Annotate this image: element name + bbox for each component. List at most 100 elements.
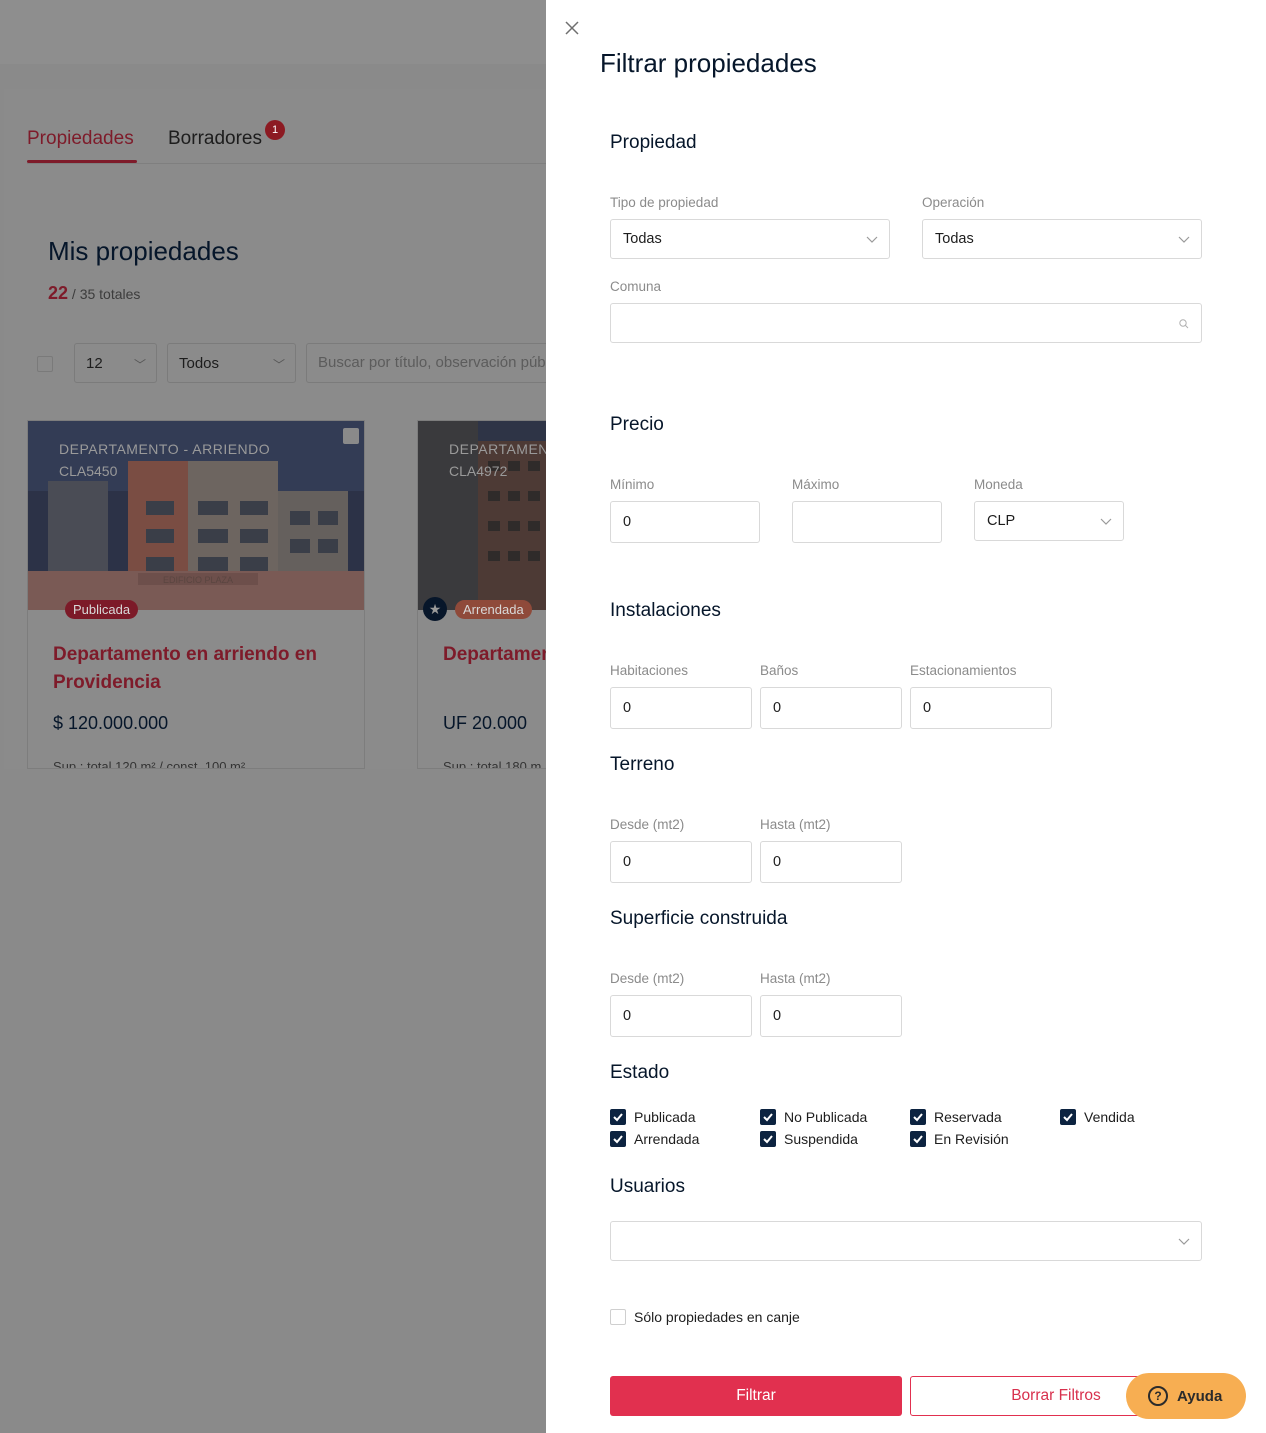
habitaciones-input[interactable]: 0 <box>610 687 752 729</box>
status-select-value: Todos <box>179 355 220 372</box>
superficie-desde-input[interactable]: 0 <box>610 995 752 1037</box>
checkbox-checked-icon <box>910 1131 926 1147</box>
section-title-terreno: Terreno <box>610 754 675 775</box>
estacionamientos-input[interactable]: 0 <box>910 687 1052 729</box>
property-type-label: DEPARTAMENTO - ARRIENDO <box>59 441 271 457</box>
property-count: 22 / 35 totales <box>48 283 140 304</box>
checkbox-checked-icon <box>610 1131 626 1147</box>
precio-minimo-input[interactable]: 0 <box>610 501 760 543</box>
terreno-desde-label: Desde (mt2) <box>610 817 685 832</box>
terreno-hasta-input[interactable]: 0 <box>760 841 902 883</box>
per-page-value: 12 <box>86 355 103 372</box>
estado-publicada-checkbox[interactable]: Publicada <box>610 1109 696 1125</box>
status-badge: Arrendada <box>455 600 532 619</box>
tab-propiedades[interactable]: Propiedades <box>27 128 137 163</box>
select-all-checkbox[interactable] <box>37 356 53 372</box>
precio-maximo-label: Máximo <box>792 477 840 492</box>
search-input[interactable]: Buscar por título, observación púb <box>306 343 566 383</box>
property-price: UF 20.000 <box>443 713 528 733</box>
terreno-desde-input[interactable]: 0 <box>610 841 752 883</box>
operacion-value: Todas <box>935 231 974 247</box>
estado-vendida-checkbox[interactable]: Vendida <box>1060 1109 1135 1125</box>
banos-label: Baños <box>760 663 799 678</box>
per-page-select[interactable]: 12 ﹀ <box>74 343 157 383</box>
section-title-propiedad: Propiedad <box>610 132 697 153</box>
comuna-search-input[interactable] <box>610 303 1202 343</box>
usuarios-select[interactable] <box>610 1221 1202 1261</box>
property-surface: Sup.: total 180 m <box>443 759 542 769</box>
precio-maximo-input[interactable] <box>792 501 942 543</box>
property-type-label: DEPARTAMENT <box>449 441 558 457</box>
section-title-usuarios: Usuarios <box>610 1176 685 1197</box>
tab-borradores-label: Borradores <box>168 128 262 149</box>
canje-label: Sólo propiedades en canje <box>634 1309 800 1325</box>
chevron-down-icon: ﹀ <box>272 358 285 372</box>
estado-en-revision-checkbox[interactable]: En Revisión <box>910 1131 1009 1147</box>
property-card[interactable]: EDIFICIO PLAZA DEPARTAMENTO - ARRIENDO C… <box>27 420 365 769</box>
checkbox-unchecked-icon <box>610 1309 626 1325</box>
close-icon[interactable] <box>565 17 583 39</box>
moneda-label: Moneda <box>974 477 1023 492</box>
chevron-down-icon <box>1100 518 1112 525</box>
section-title-precio: Precio <box>610 414 664 435</box>
property-code: CLA4972 <box>449 463 508 479</box>
property-code: CLA5450 <box>59 463 118 479</box>
status-badge: Publicada <box>65 600 139 619</box>
canje-checkbox[interactable]: Sólo propiedades en canje <box>610 1309 800 1325</box>
chevron-down-icon <box>1178 236 1190 243</box>
estado-arrendada-checkbox[interactable]: Arrendada <box>610 1131 699 1147</box>
help-button[interactable]: ? Ayuda <box>1126 1373 1246 1419</box>
tipo-propiedad-label: Tipo de propiedad <box>610 195 719 210</box>
estado-option-label: Publicada <box>634 1109 696 1125</box>
page-title: Mis propiedades <box>48 236 239 266</box>
estacionamientos-label: Estacionamientos <box>910 663 1017 678</box>
search-icon <box>1179 319 1189 329</box>
moneda-select[interactable]: CLP <box>974 501 1124 541</box>
property-surface: Sup.: total 120 m² / const. 100 m² <box>53 759 246 769</box>
active-count: 22 <box>48 283 69 303</box>
question-icon: ? <box>1148 1386 1168 1406</box>
building-sign: EDIFICIO PLAZA <box>163 575 233 585</box>
filtrar-button[interactable]: Filtrar <box>610 1376 902 1416</box>
property-photo: EDIFICIO PLAZA DEPARTAMENTO - ARRIENDO C… <box>28 421 364 610</box>
chevron-down-icon: ﹀ <box>133 358 146 372</box>
chevron-down-icon <box>1178 1238 1190 1245</box>
tipo-propiedad-select[interactable]: Todas <box>610 219 890 259</box>
card-checkbox[interactable] <box>343 428 359 444</box>
checkbox-checked-icon <box>610 1109 626 1125</box>
checkbox-checked-icon <box>760 1109 776 1125</box>
checkbox-checked-icon <box>760 1131 776 1147</box>
tab-borradores[interactable]: Borradores <box>168 128 262 150</box>
checkbox-checked-icon <box>910 1109 926 1125</box>
banos-input[interactable]: 0 <box>760 687 902 729</box>
total-count: / 35 totales <box>71 286 141 302</box>
section-title-instalaciones: Instalaciones <box>610 600 721 621</box>
estado-reservada-checkbox[interactable]: Reservada <box>910 1109 1002 1125</box>
property-name[interactable]: Departamento en arriendo en Providencia <box>53 641 353 697</box>
estado-no-publicada-checkbox[interactable]: No Publicada <box>760 1109 867 1125</box>
moneda-value: CLP <box>987 513 1016 529</box>
drawer-title: Filtrar propiedades <box>600 48 817 78</box>
drafts-count-badge: 1 <box>265 120 285 140</box>
habitaciones-label: Habitaciones <box>610 663 689 678</box>
status-select[interactable]: Todos ﹀ <box>167 343 296 383</box>
star-icon: ★ <box>423 597 447 621</box>
estado-option-label: Vendida <box>1084 1109 1135 1125</box>
superficie-desde-label: Desde (mt2) <box>610 971 685 986</box>
estado-option-label: Suspendida <box>784 1131 858 1147</box>
comuna-label: Comuna <box>610 279 662 294</box>
checkbox-checked-icon <box>1060 1109 1076 1125</box>
estado-suspendida-checkbox[interactable]: Suspendida <box>760 1131 858 1147</box>
estado-option-label: Arrendada <box>634 1131 700 1147</box>
superficie-hasta-input[interactable]: 0 <box>760 995 902 1037</box>
property-price: $ 120.000.000 <box>53 713 169 733</box>
estado-option-label: En Revisión <box>934 1131 1009 1147</box>
estado-option-label: Reservada <box>934 1109 1002 1125</box>
section-title-superficie: Superficie construida <box>610 908 788 929</box>
terreno-hasta-label: Hasta (mt2) <box>760 817 831 832</box>
operacion-label: Operación <box>922 195 985 210</box>
help-label: Ayuda <box>1177 1387 1223 1405</box>
tabs: Propiedades Borradores 1 <box>27 120 557 164</box>
operacion-select[interactable]: Todas <box>922 219 1202 259</box>
precio-minimo-label: Mínimo <box>610 477 655 492</box>
